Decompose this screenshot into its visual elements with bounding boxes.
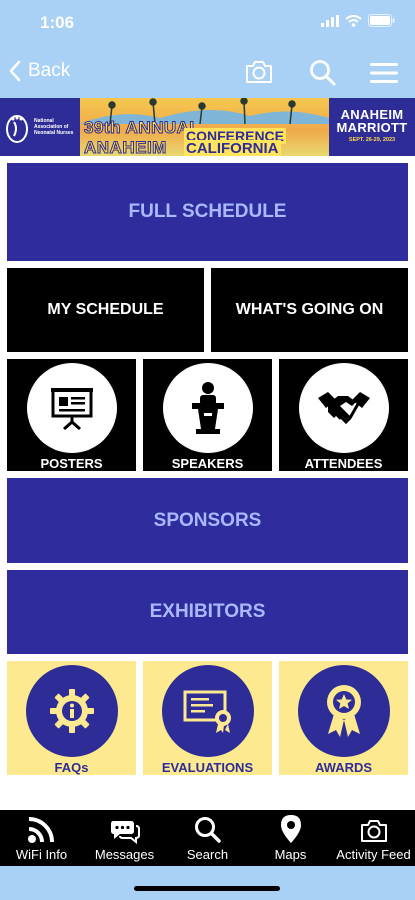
venue-line2: MARRIOTT [336, 120, 408, 135]
faqs-icon-circle [25, 665, 118, 757]
conference-banner: National Association of Neonatal Nurses … [0, 98, 415, 156]
my-schedule-button[interactable]: MY SCHEDULE [7, 268, 204, 352]
tab-maps-label: Maps [274, 847, 307, 862]
home-indicator-area [0, 866, 415, 900]
evaluations-button[interactable]: EVALUATIONS [143, 661, 272, 775]
exhibitors-button[interactable]: EXHIBITORS [7, 570, 408, 654]
menu-grid: FULL SCHEDULE MY SCHEDULE WHAT'S GOING O… [0, 156, 415, 810]
full-schedule-button[interactable]: FULL SCHEDULE [7, 163, 408, 261]
podium-speaker-icon [191, 382, 224, 434]
status-time: 1:06 [40, 13, 75, 32]
camera-icon [360, 820, 387, 842]
banner-artwork: 39th ANNUAL CONFERENCE ANAHEIM CALIFORNI… [80, 98, 329, 156]
posters-button[interactable]: POSTERS [7, 359, 136, 471]
sponsors-label: SPONSORS [153, 509, 262, 531]
wifi-icon [27, 817, 54, 843]
handshake-icon [317, 392, 370, 425]
nav-bar: Back [0, 48, 415, 98]
map-pin-icon [280, 815, 301, 843]
banner-anaheim: ANAHEIM [84, 138, 167, 157]
venue-dates: SEPT. 26-29, 2023 [348, 137, 396, 143]
speakers-label: SPEAKERS [171, 456, 244, 471]
presentation-board-icon [50, 388, 93, 430]
battery-icon [368, 14, 395, 27]
sponsors-button[interactable]: SPONSORS [7, 478, 408, 563]
full-schedule-label: FULL SCHEDULE [128, 201, 287, 222]
awards-button[interactable]: AWARDS [279, 661, 408, 775]
banner-venue: ANAHEIM MARRIOTT SEPT. 26-29, 2023 [329, 98, 415, 156]
attendees-label: ATTENDEES [304, 456, 383, 471]
tab-maps[interactable]: Maps [249, 810, 332, 866]
exhibitors-label: EXHIBITORS [149, 601, 266, 622]
evaluations-icon-circle [161, 665, 254, 757]
tab-activity-feed[interactable]: Activity Feed [332, 810, 415, 866]
attendees-button[interactable]: ATTENDEES [279, 359, 408, 471]
faqs-button[interactable]: FAQs [7, 661, 136, 775]
tab-messages[interactable]: Messages [83, 810, 166, 866]
tab-activity-feed-label: Activity Feed [336, 847, 411, 862]
faqs-label: FAQs [54, 760, 89, 775]
foot-logo-icon [6, 115, 28, 143]
awards-icon-circle [297, 665, 390, 757]
org-logo: National Association of Neonatal Nurses [0, 98, 80, 156]
posters-label: POSTERS [40, 456, 103, 471]
evaluations-label: EVALUATIONS [161, 760, 254, 775]
search-icon[interactable] [309, 59, 337, 87]
status-icons [321, 14, 395, 27]
attendees-icon-circle [298, 363, 389, 453]
org-name: National Association of Neonatal Nurses [34, 118, 74, 136]
back-button[interactable]: Back [8, 60, 70, 82]
search-icon [194, 817, 221, 843]
award-ribbon-icon [326, 685, 361, 737]
speakers-icon-circle [162, 363, 253, 453]
whats-going-on-label: WHAT'S GOING ON [235, 301, 384, 318]
banner-annual: 39th ANNUAL [83, 118, 201, 138]
camera-icon[interactable] [244, 59, 274, 85]
tab-messages-label: Messages [94, 847, 155, 862]
awards-label: AWARDS [314, 760, 373, 775]
whats-going-on-button[interactable]: WHAT'S GOING ON [211, 268, 408, 352]
speakers-button[interactable]: SPEAKERS [143, 359, 272, 471]
messages-icon [110, 821, 140, 844]
my-schedule-label: MY SCHEDULE [47, 301, 164, 318]
chevron-left-icon [9, 60, 21, 82]
certificate-icon [183, 690, 231, 733]
tab-wifi-info-label: WiFi Info [15, 847, 68, 862]
posters-icon-circle [26, 363, 117, 453]
status-bar: 1:06 [0, 0, 415, 48]
wifi-status-icon [345, 14, 362, 27]
home-indicator[interactable] [134, 886, 280, 891]
tab-search[interactable]: Search [166, 810, 249, 866]
menu-icon[interactable] [370, 62, 398, 84]
back-label: Back [28, 60, 71, 81]
banner-california: CALIFORNIA [184, 140, 281, 156]
tab-bar: WiFi Info Messages Search Maps Activity … [0, 810, 415, 866]
tab-search-label: Search [186, 847, 229, 862]
info-gear-icon [49, 689, 94, 733]
tab-wifi-info[interactable]: WiFi Info [0, 810, 83, 866]
signal-icon [321, 14, 339, 27]
